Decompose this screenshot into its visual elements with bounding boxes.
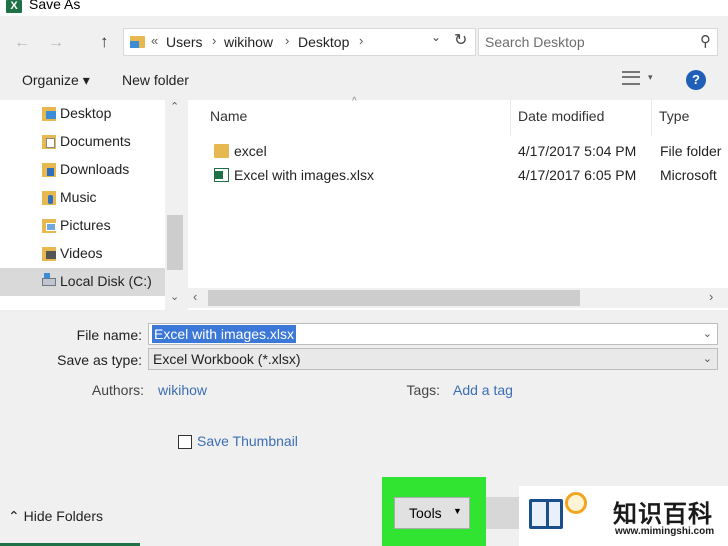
breadcrumb-wikihow[interactable]: wikihow [224, 34, 273, 50]
save-thumbnail-checkbox[interactable] [178, 435, 192, 449]
sidebar-item-label: Downloads [60, 161, 130, 177]
file-list-pane: ^ Name Date modified Type excel 4/17/201… [188, 96, 728, 310]
search-input[interactable]: Search Desktop ⚲ [478, 28, 718, 56]
folder-videos-icon [42, 247, 56, 261]
tools-button[interactable]: Tools ▼ [394, 497, 470, 529]
sidebar-item-label: Local Disk (C:) [60, 273, 152, 289]
up-arrow-icon[interactable]: ↑ [100, 32, 109, 52]
file-name-input[interactable]: Excel with images.xlsx ⌄ [148, 323, 718, 345]
new-folder-button[interactable]: New folder [122, 72, 189, 88]
save-thumbnail-label[interactable]: Save Thumbnail [197, 433, 298, 449]
file-name-value: Excel with images.xlsx [152, 325, 297, 343]
sort-ascending-icon: ^ [352, 96, 357, 107]
folder-downloads-icon [42, 163, 56, 177]
scroll-down-icon[interactable]: ⌄ [170, 290, 179, 303]
back-arrow-icon[interactable]: ← [14, 33, 30, 53]
view-dropdown-icon[interactable]: ▾ [648, 72, 653, 83]
tools-label: Tools [409, 505, 442, 521]
breadcrumb-desktop[interactable]: Desktop [298, 34, 349, 50]
scroll-up-icon[interactable]: ⌃ [170, 100, 179, 113]
file-type: Microsoft [660, 167, 717, 183]
refresh-icon[interactable]: ↻ [454, 30, 467, 50]
scrollbar-thumb[interactable] [208, 290, 580, 306]
save-as-type-select[interactable]: Excel Workbook (*.xlsx) ⌄ [148, 348, 718, 370]
view-options-icon[interactable] [622, 71, 640, 85]
scroll-right-icon[interactable]: › [709, 289, 713, 304]
sidebar-item-label: Music [60, 189, 97, 205]
folder-pictures-icon [42, 219, 56, 233]
watermark-logo: 知识百科 www.mimingshi.com [519, 486, 728, 546]
sidebar-item-pictures[interactable]: Pictures [0, 212, 165, 240]
file-type: File folder [660, 143, 722, 159]
save-button-edge[interactable] [486, 497, 520, 529]
breadcrumb-overflow-icon[interactable]: « [151, 33, 158, 48]
search-placeholder: Search Desktop [485, 34, 585, 50]
watermark-url: www.mimingshi.com [615, 526, 715, 537]
chevron-right-icon: › [359, 33, 364, 48]
column-header-name[interactable]: Name [210, 108, 247, 124]
address-dropdown-icon[interactable]: ⌄ [431, 30, 441, 44]
sidebar-item-downloads[interactable]: Downloads [0, 156, 165, 184]
breadcrumb-users[interactable]: Users [166, 34, 203, 50]
file-date: 4/17/2017 5:04 PM [518, 143, 637, 159]
hide-folders-label: Hide Folders [23, 508, 103, 524]
excel-app-icon: X [6, 0, 22, 13]
chevron-down-icon[interactable]: ⌄ [703, 352, 712, 365]
sidebar-item-label: Videos [60, 245, 103, 261]
sidebar-item-videos[interactable]: Videos [0, 240, 165, 268]
file-name-label: File name: [76, 327, 142, 343]
tags-label: Tags: [406, 382, 440, 398]
search-icon[interactable]: ⚲ [700, 32, 711, 50]
sidebar-item-label: Pictures [60, 217, 111, 233]
dropdown-arrow-icon: ▼ [453, 506, 462, 516]
save-as-type-value: Excel Workbook (*.xlsx) [153, 351, 301, 367]
drive-icon [42, 273, 56, 286]
hide-folders-button[interactable]: ⌃ Hide Folders [8, 508, 103, 525]
column-header-type[interactable]: Type [659, 108, 689, 124]
chevron-right-icon: › [285, 33, 290, 48]
scrollbar-thumb[interactable] [167, 215, 183, 270]
title-bar: X Save As [0, 0, 728, 16]
sidebar-scrollbar[interactable]: ⌃ ⌄ [165, 100, 185, 310]
file-name: excel [234, 143, 267, 159]
folder-icon [130, 36, 145, 48]
folder-documents-icon [42, 135, 56, 149]
watermark-title: 知识百科 [613, 501, 713, 528]
table-row[interactable]: excel 4/17/2017 5:04 PM File folder [188, 140, 728, 164]
folder-music-icon [42, 191, 56, 205]
excel-file-icon [214, 168, 229, 182]
column-divider[interactable] [510, 100, 511, 136]
navigation-pane: Desktop Documents Downloads Music Pictur… [0, 100, 185, 310]
sidebar-item-desktop[interactable]: Desktop [0, 100, 165, 128]
folder-icon [214, 144, 229, 158]
help-icon[interactable]: ? [686, 70, 706, 90]
table-row[interactable]: Excel with images.xlsx 4/17/2017 6:05 PM… [188, 164, 728, 188]
file-date: 4/17/2017 6:05 PM [518, 167, 637, 183]
sidebar-item-music[interactable]: Music [0, 184, 165, 212]
address-bar[interactable]: « Users › wikihow › Desktop › [123, 28, 476, 56]
sidebar-item-local-disk[interactable]: Local Disk (C:) [0, 268, 165, 296]
authors-field[interactable]: wikihow [158, 382, 207, 398]
book-icon [529, 499, 563, 529]
column-header-date-modified[interactable]: Date modified [518, 108, 604, 124]
add-tag-link[interactable]: Add a tag [453, 382, 513, 398]
chevron-down-icon[interactable]: ⌄ [703, 327, 712, 340]
scroll-left-icon[interactable]: ‹ [193, 289, 197, 304]
folder-desktop-icon [42, 107, 56, 121]
save-as-type-label: Save as type: [57, 352, 142, 368]
window-title: Save As [29, 0, 81, 12]
sidebar-item-documents[interactable]: Documents [0, 128, 165, 156]
sidebar-item-label: Desktop [60, 105, 112, 121]
file-name: Excel with images.xlsx [234, 167, 375, 183]
forward-arrow-icon[interactable]: → [48, 33, 64, 53]
chevron-right-icon: › [212, 33, 217, 48]
lightbulb-icon [565, 492, 587, 514]
horizontal-scrollbar[interactable]: ‹ › [188, 288, 728, 308]
organize-button[interactable]: Organize ▾ [22, 72, 90, 89]
authors-label: Authors: [91, 382, 144, 398]
chevron-up-icon: ⌃ [8, 508, 20, 524]
sidebar-item-label: Documents [60, 133, 131, 149]
column-divider[interactable] [651, 100, 652, 136]
